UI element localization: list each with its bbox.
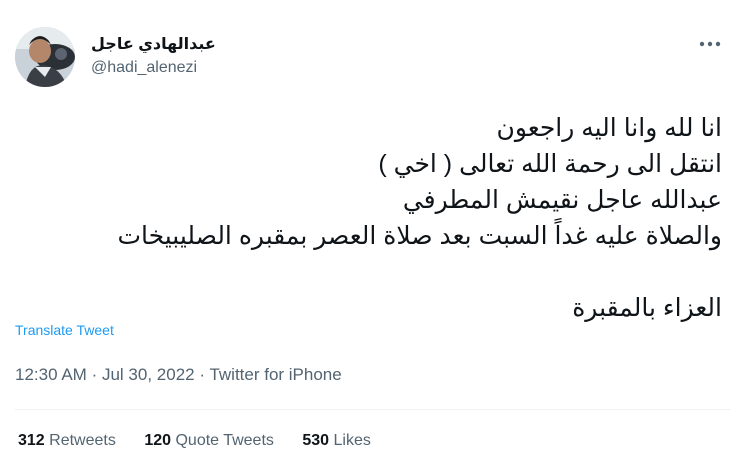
tweet-time[interactable]: 12:30 AM (15, 365, 87, 384)
author-display-name[interactable]: عبدالهادي عاجل (91, 34, 216, 54)
likes-stat[interactable]: 530 Likes (302, 432, 371, 450)
retweets-label: Retweets (49, 432, 116, 449)
tweet-line: انا لله وانا اليه راجعون (496, 114, 722, 142)
avatar-image (15, 27, 75, 87)
engagement-stats: 312 Retweets 120 Quote Tweets 530 Likes (18, 432, 395, 450)
quote-tweets-count: 120 (144, 432, 172, 449)
tweet-line: العزاء بالمقبرة (572, 294, 722, 322)
retweets-count: 312 (18, 432, 45, 449)
likes-count: 530 (302, 432, 330, 449)
meta-separator: · (91, 365, 98, 384)
quote-tweets-label: Quote Tweets (175, 432, 274, 449)
tweet-line: والصلاة عليه غداً السبت بعد صلاة العصر ب… (117, 222, 722, 250)
more-options-button[interactable] (694, 32, 726, 56)
translate-tweet-link[interactable]: Translate Tweet (15, 322, 114, 338)
tweet-line: انتقل الى رحمة الله تعالى ( اخي ) (378, 150, 722, 178)
tweet-card: عبدالهادي عاجل @hadi_alenezi انا لله وان… (0, 0, 746, 470)
tweet-body: انا لله وانا اليه راجعون انتقل الى رحمة … (20, 110, 722, 326)
tweet-line: عبدالله عاجل نقيمش المطرفي (402, 186, 722, 214)
tweet-source[interactable]: Twitter for iPhone (209, 365, 341, 384)
meta-separator: · (199, 365, 206, 384)
likes-label: Likes (333, 432, 371, 449)
tweet-metadata: 12:30 AM · Jul 30, 2022 · Twitter for iP… (15, 365, 342, 385)
quote-tweets-stat[interactable]: 120 Quote Tweets (144, 432, 274, 450)
more-horizontal-icon (699, 41, 721, 47)
divider (15, 409, 731, 410)
user-avatar[interactable] (15, 27, 75, 87)
tweet-date[interactable]: Jul 30, 2022 (102, 365, 195, 384)
retweets-stat[interactable]: 312 Retweets (18, 432, 116, 450)
author-handle[interactable]: @hadi_alenezi (91, 59, 197, 77)
